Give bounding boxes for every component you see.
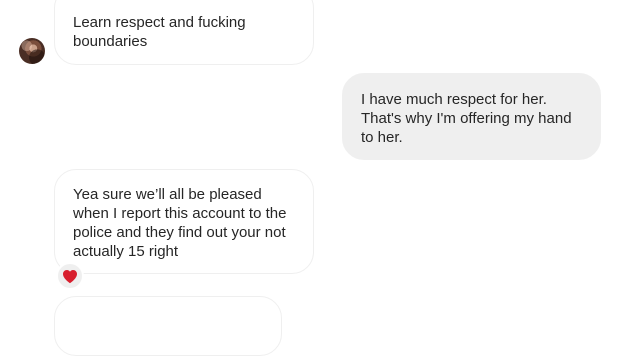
contact-avatar[interactable] — [19, 38, 45, 64]
incoming-message-bubble[interactable]: Learn respect and fucking boundaries — [54, 0, 314, 65]
heart-icon — [63, 269, 77, 283]
message-text: Yea sure we’ll all be pleased when I rep… — [73, 186, 287, 260]
message-text: Learn respect and fucking boundaries — [73, 14, 246, 50]
outgoing-message-bubble[interactable]: I have much respect for her. That's why … — [342, 73, 601, 160]
message-reaction[interactable] — [56, 262, 84, 290]
incoming-message-bubble[interactable]: Yea sure we’ll all be pleased when I rep… — [54, 169, 314, 274]
avatar-photo — [19, 38, 45, 64]
incoming-message-bubble[interactable] — [54, 296, 282, 356]
message-text: I have much respect for her. That's why … — [361, 91, 572, 146]
